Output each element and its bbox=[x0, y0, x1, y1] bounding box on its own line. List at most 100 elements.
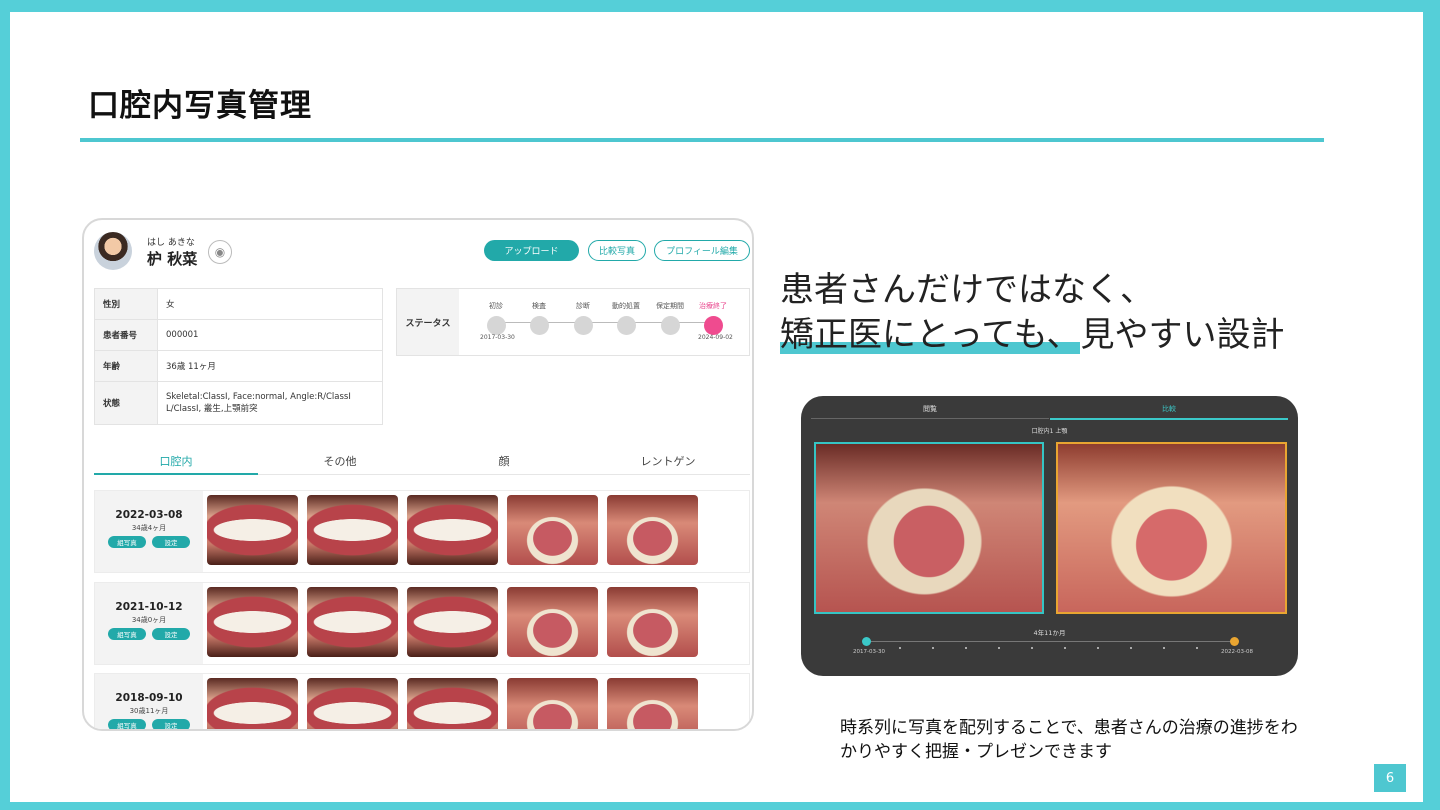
intraoral-photo[interactable] bbox=[507, 587, 598, 657]
status-dot bbox=[616, 316, 636, 335]
intraoral-photo[interactable] bbox=[407, 495, 498, 565]
compare-span: 4年11か月 bbox=[1033, 629, 1066, 637]
row-age: 34歳0ヶ月 bbox=[131, 616, 167, 624]
status-step-label: 検査 bbox=[532, 302, 546, 310]
info-key: 性別 bbox=[94, 288, 158, 320]
profile-edit-button[interactable]: プロフィール編集 bbox=[654, 240, 750, 261]
patient-kana: はし あきな bbox=[147, 238, 195, 248]
status-dot bbox=[529, 316, 549, 335]
status-start-date: 2017-03-30 bbox=[480, 334, 515, 341]
compare-view-screenshot: 閲覧 比較 口腔内1 上顎 4年11か月 2017-03-30 2022-03-… bbox=[801, 396, 1298, 676]
slide: 口腔内写真管理 はし あきな 枦 秋菜 ◉ アップロード 比較写真 プロフィール… bbox=[10, 12, 1423, 802]
intraoral-photo[interactable] bbox=[507, 495, 598, 565]
timeline-tick bbox=[1196, 647, 1198, 649]
timeline-start-handle[interactable] bbox=[862, 637, 871, 646]
settings-button[interactable]: 設定 bbox=[152, 719, 190, 729]
eye-icon[interactable]: ◉ bbox=[208, 240, 232, 264]
intraoral-photo[interactable] bbox=[307, 587, 398, 657]
settings-button[interactable]: 設定 bbox=[152, 536, 190, 548]
intraoral-photo[interactable] bbox=[607, 587, 698, 657]
info-value: Skeletal:ClassI, Face:normal, Angle:R/Cl… bbox=[157, 381, 383, 425]
timeline-tick bbox=[1130, 647, 1132, 649]
app-screenshot-card: はし あきな 枦 秋菜 ◉ アップロード 比較写真 プロフィール編集 性別女 患… bbox=[82, 218, 754, 731]
intraoral-photo[interactable] bbox=[407, 678, 498, 729]
row-header: 2018-09-10 30歳11ヶ月 組写真 設定 bbox=[95, 674, 203, 729]
row-age: 30歳11ヶ月 bbox=[129, 707, 169, 715]
caption: 時系列に写真を配列することで、患者さんの治療の進捗をわかりやすく把握・プレゼンで… bbox=[840, 718, 1298, 762]
intraoral-photo[interactable] bbox=[207, 587, 298, 657]
timeline-tick bbox=[899, 647, 901, 649]
intraoral-photo[interactable] bbox=[207, 495, 298, 565]
tab-xray[interactable]: レントゲン bbox=[586, 453, 750, 475]
timeline-track bbox=[866, 641, 1234, 642]
timeline-end-date: 2022-03-08 bbox=[1221, 649, 1253, 655]
status-end-date: 2024-09-02 bbox=[698, 334, 733, 341]
upload-button[interactable]: アップロード bbox=[484, 240, 579, 261]
timeline-tick bbox=[932, 647, 934, 649]
info-key: 状態 bbox=[94, 381, 158, 425]
slide-title: 口腔内写真管理 bbox=[88, 88, 312, 124]
intraoral-photo[interactable] bbox=[607, 495, 698, 565]
status-step-current: 治療終了 bbox=[688, 301, 738, 335]
intraoral-photo[interactable] bbox=[207, 678, 298, 729]
intraoral-photo[interactable] bbox=[307, 495, 398, 565]
timeline-tick bbox=[1097, 647, 1099, 649]
intraoral-photo[interactable] bbox=[507, 678, 598, 729]
row-date: 2021-10-12 bbox=[115, 601, 183, 613]
avatar bbox=[94, 232, 132, 270]
intraoral-photo[interactable] bbox=[307, 678, 398, 729]
status-step-label: 動的処置 bbox=[612, 302, 640, 310]
compare-photo-after bbox=[1056, 442, 1287, 614]
row-age: 34歳4ヶ月 bbox=[131, 524, 167, 532]
info-key: 年齢 bbox=[94, 350, 158, 382]
headline-line-1: 患者さんだけではなく、 bbox=[780, 270, 1154, 310]
headline-line-2: 矯正医にとっても、見やすい設計 bbox=[780, 315, 1285, 355]
photo-tabs: 口腔内 その他 顔 レントゲン bbox=[94, 453, 750, 475]
status-panel: ステータス 初診 検査 診断 動的処置 保定期間 治療終了 2017-03-30… bbox=[396, 288, 750, 356]
status-label: ステータス bbox=[397, 289, 459, 355]
tab-intraoral[interactable]: 口腔内 bbox=[94, 453, 258, 475]
info-value: 000001 bbox=[157, 319, 383, 351]
compare-photo-button[interactable]: 比較写真 bbox=[588, 240, 646, 261]
timeline-tick bbox=[998, 647, 1000, 649]
title-underline bbox=[80, 138, 1324, 142]
patient-name: 枦 秋菜 bbox=[147, 250, 198, 268]
intraoral-photo[interactable] bbox=[407, 587, 498, 657]
timeline-tick bbox=[1031, 647, 1033, 649]
tab-other[interactable]: その他 bbox=[258, 453, 422, 475]
set-photo-button[interactable]: 組写真 bbox=[108, 719, 146, 729]
compare-photo-before bbox=[814, 442, 1044, 614]
status-dot bbox=[660, 316, 680, 335]
settings-button[interactable]: 設定 bbox=[152, 628, 190, 640]
intraoral-photo[interactable] bbox=[607, 678, 698, 729]
set-photo-button[interactable]: 組写真 bbox=[108, 628, 146, 640]
info-value: 女 bbox=[157, 288, 383, 320]
tab-view[interactable]: 閲覧 bbox=[811, 404, 1049, 419]
timeline-tick bbox=[965, 647, 967, 649]
photo-row: 2018-09-10 30歳11ヶ月 組写真 設定 bbox=[94, 673, 750, 729]
status-step: 動的処置 bbox=[601, 301, 651, 335]
row-date: 2022-03-08 bbox=[115, 509, 183, 521]
patient-info-table: 性別女 患者番号 000001 年齢 36歳 11ヶ月 状態 Skeletal:Cla… bbox=[94, 288, 383, 425]
photo-row: 2022-03-08 34歳4ヶ月 組写真 設定 bbox=[94, 490, 750, 573]
tab-compare[interactable]: 比較 bbox=[1050, 404, 1288, 420]
status-step-label: 治療終了 bbox=[699, 302, 727, 310]
timeline-start-date: 2017-03-30 bbox=[853, 649, 885, 655]
info-key: 患者番号 bbox=[94, 319, 158, 351]
row-date: 2018-09-10 bbox=[115, 692, 183, 704]
status-dot bbox=[573, 316, 593, 335]
headline: 患者さんだけではなく、 矯正医にとっても、見やすい設計 bbox=[780, 268, 1285, 358]
page-number: 6 bbox=[1374, 764, 1406, 792]
row-header: 2022-03-08 34歳4ヶ月 組写真 設定 bbox=[95, 491, 203, 572]
timeline-tick bbox=[1064, 647, 1066, 649]
set-photo-button[interactable]: 組写真 bbox=[108, 536, 146, 548]
timeline-end-handle[interactable] bbox=[1230, 637, 1239, 646]
row-header: 2021-10-12 34歳0ヶ月 組写真 設定 bbox=[95, 583, 203, 664]
compare-subtitle: 口腔内1 上顎 bbox=[1031, 428, 1068, 435]
info-value: 36歳 11ヶ月 bbox=[157, 350, 383, 382]
timeline-tick bbox=[1163, 647, 1165, 649]
tab-face[interactable]: 顔 bbox=[422, 453, 586, 475]
status-dot bbox=[703, 316, 723, 335]
status-dot bbox=[486, 316, 506, 335]
status-step: 検査 bbox=[514, 301, 564, 335]
